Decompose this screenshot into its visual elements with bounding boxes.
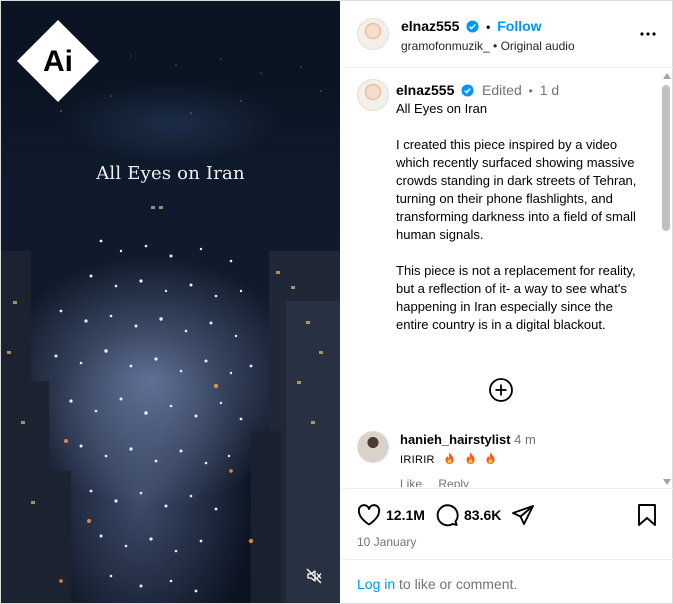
comment-bubble-icon[interactable] — [435, 503, 459, 527]
share-action[interactable] — [511, 503, 535, 527]
post-dialog: Ai All Eyes on Iran elnaz555 • Follow gr… — [0, 0, 673, 604]
comment-body: IRIRIR — [400, 454, 435, 466]
comment-text: IRIRIR — [400, 452, 496, 466]
verified-badge-icon — [466, 20, 479, 33]
media-overlay-title: All Eyes on Iran — [96, 163, 245, 184]
more-horizontal-icon — [640, 32, 656, 36]
login-prompt: Log in to like or comment. — [341, 559, 673, 603]
mute-button[interactable] — [301, 563, 327, 589]
caption-paragraph: This piece is not a replacement for real… — [396, 263, 636, 332]
login-link[interactable]: Log in — [357, 576, 395, 592]
share-paper-plane-icon[interactable] — [511, 503, 535, 527]
comment-action[interactable]: 83.6K — [435, 503, 501, 527]
fire-emoji-icon — [486, 452, 495, 464]
like-action[interactable]: 12.1M — [357, 503, 425, 527]
separator-dot: • — [486, 20, 491, 34]
caption-author-avatar[interactable] — [357, 79, 389, 111]
post-header: elnaz555 • Follow gramofonmuzik_ • Origi… — [341, 1, 673, 68]
fire-emoji-icon — [445, 452, 454, 464]
login-suffix: to like or comment. — [395, 576, 518, 592]
comment-reply-button[interactable]: Reply — [438, 477, 469, 487]
heart-icon[interactable] — [357, 504, 381, 526]
audio-attribution[interactable]: gramofonmuzik_ • Original audio — [401, 39, 575, 53]
scroll-down-arrow[interactable] — [663, 479, 671, 485]
caption-time[interactable]: 1 d — [540, 82, 559, 98]
commenter-username[interactable]: hanieh_hairstylist — [400, 432, 511, 447]
scroll-thumb[interactable] — [662, 85, 670, 231]
author-line: elnaz555 • Follow — [401, 18, 542, 34]
bookmark-icon[interactable] — [637, 503, 657, 527]
comments-scrollbar[interactable] — [661, 73, 671, 485]
post-side-panel: elnaz555 • Follow gramofonmuzik_ • Origi… — [341, 1, 673, 603]
comment-time[interactable]: 4 m — [514, 432, 536, 447]
post-date[interactable]: 10 January — [357, 535, 416, 549]
caption-username[interactable]: elnaz555 — [396, 82, 454, 98]
scroll-up-arrow[interactable] — [663, 73, 671, 79]
comment-count[interactable]: 83.6K — [464, 507, 501, 523]
caption-author-line: elnaz555 Edited • 1 d — [396, 82, 560, 98]
author-avatar[interactable] — [357, 18, 389, 50]
post-media[interactable]: Ai All Eyes on Iran — [1, 1, 340, 603]
caption-paragraph: All Eyes on Iran — [396, 101, 488, 116]
ai-logo-badge: Ai — [17, 20, 99, 102]
post-action-bar: 12.1M 83.6K 10 January — [341, 488, 673, 558]
caption-paragraph: I created this piece inspired by a video… — [396, 137, 637, 242]
verified-badge-icon — [461, 84, 474, 97]
save-action[interactable] — [637, 503, 657, 527]
more-options-button[interactable] — [637, 23, 659, 45]
comments-scroll-area[interactable]: elnaz555 Edited • 1 d All Eyes on Iran I… — [341, 69, 673, 487]
author-username[interactable]: elnaz555 — [401, 18, 459, 34]
commenter-avatar[interactable] — [357, 431, 389, 463]
speaker-muted-icon — [306, 568, 322, 584]
like-count[interactable]: 12.1M — [386, 507, 425, 523]
follow-button[interactable]: Follow — [497, 18, 541, 34]
comment-like-button[interactable]: Like — [400, 477, 422, 487]
comment-author-line: hanieh_hairstylist 4 m — [400, 432, 536, 447]
edited-label: Edited — [482, 82, 522, 98]
comment-actions: Like Reply — [400, 477, 482, 487]
load-more-comments-icon[interactable] — [488, 377, 514, 403]
ai-badge-text: Ai — [43, 45, 73, 78]
caption-text: All Eyes on Iran I created this piece in… — [396, 100, 648, 352]
fire-emoji-icon — [466, 452, 475, 464]
